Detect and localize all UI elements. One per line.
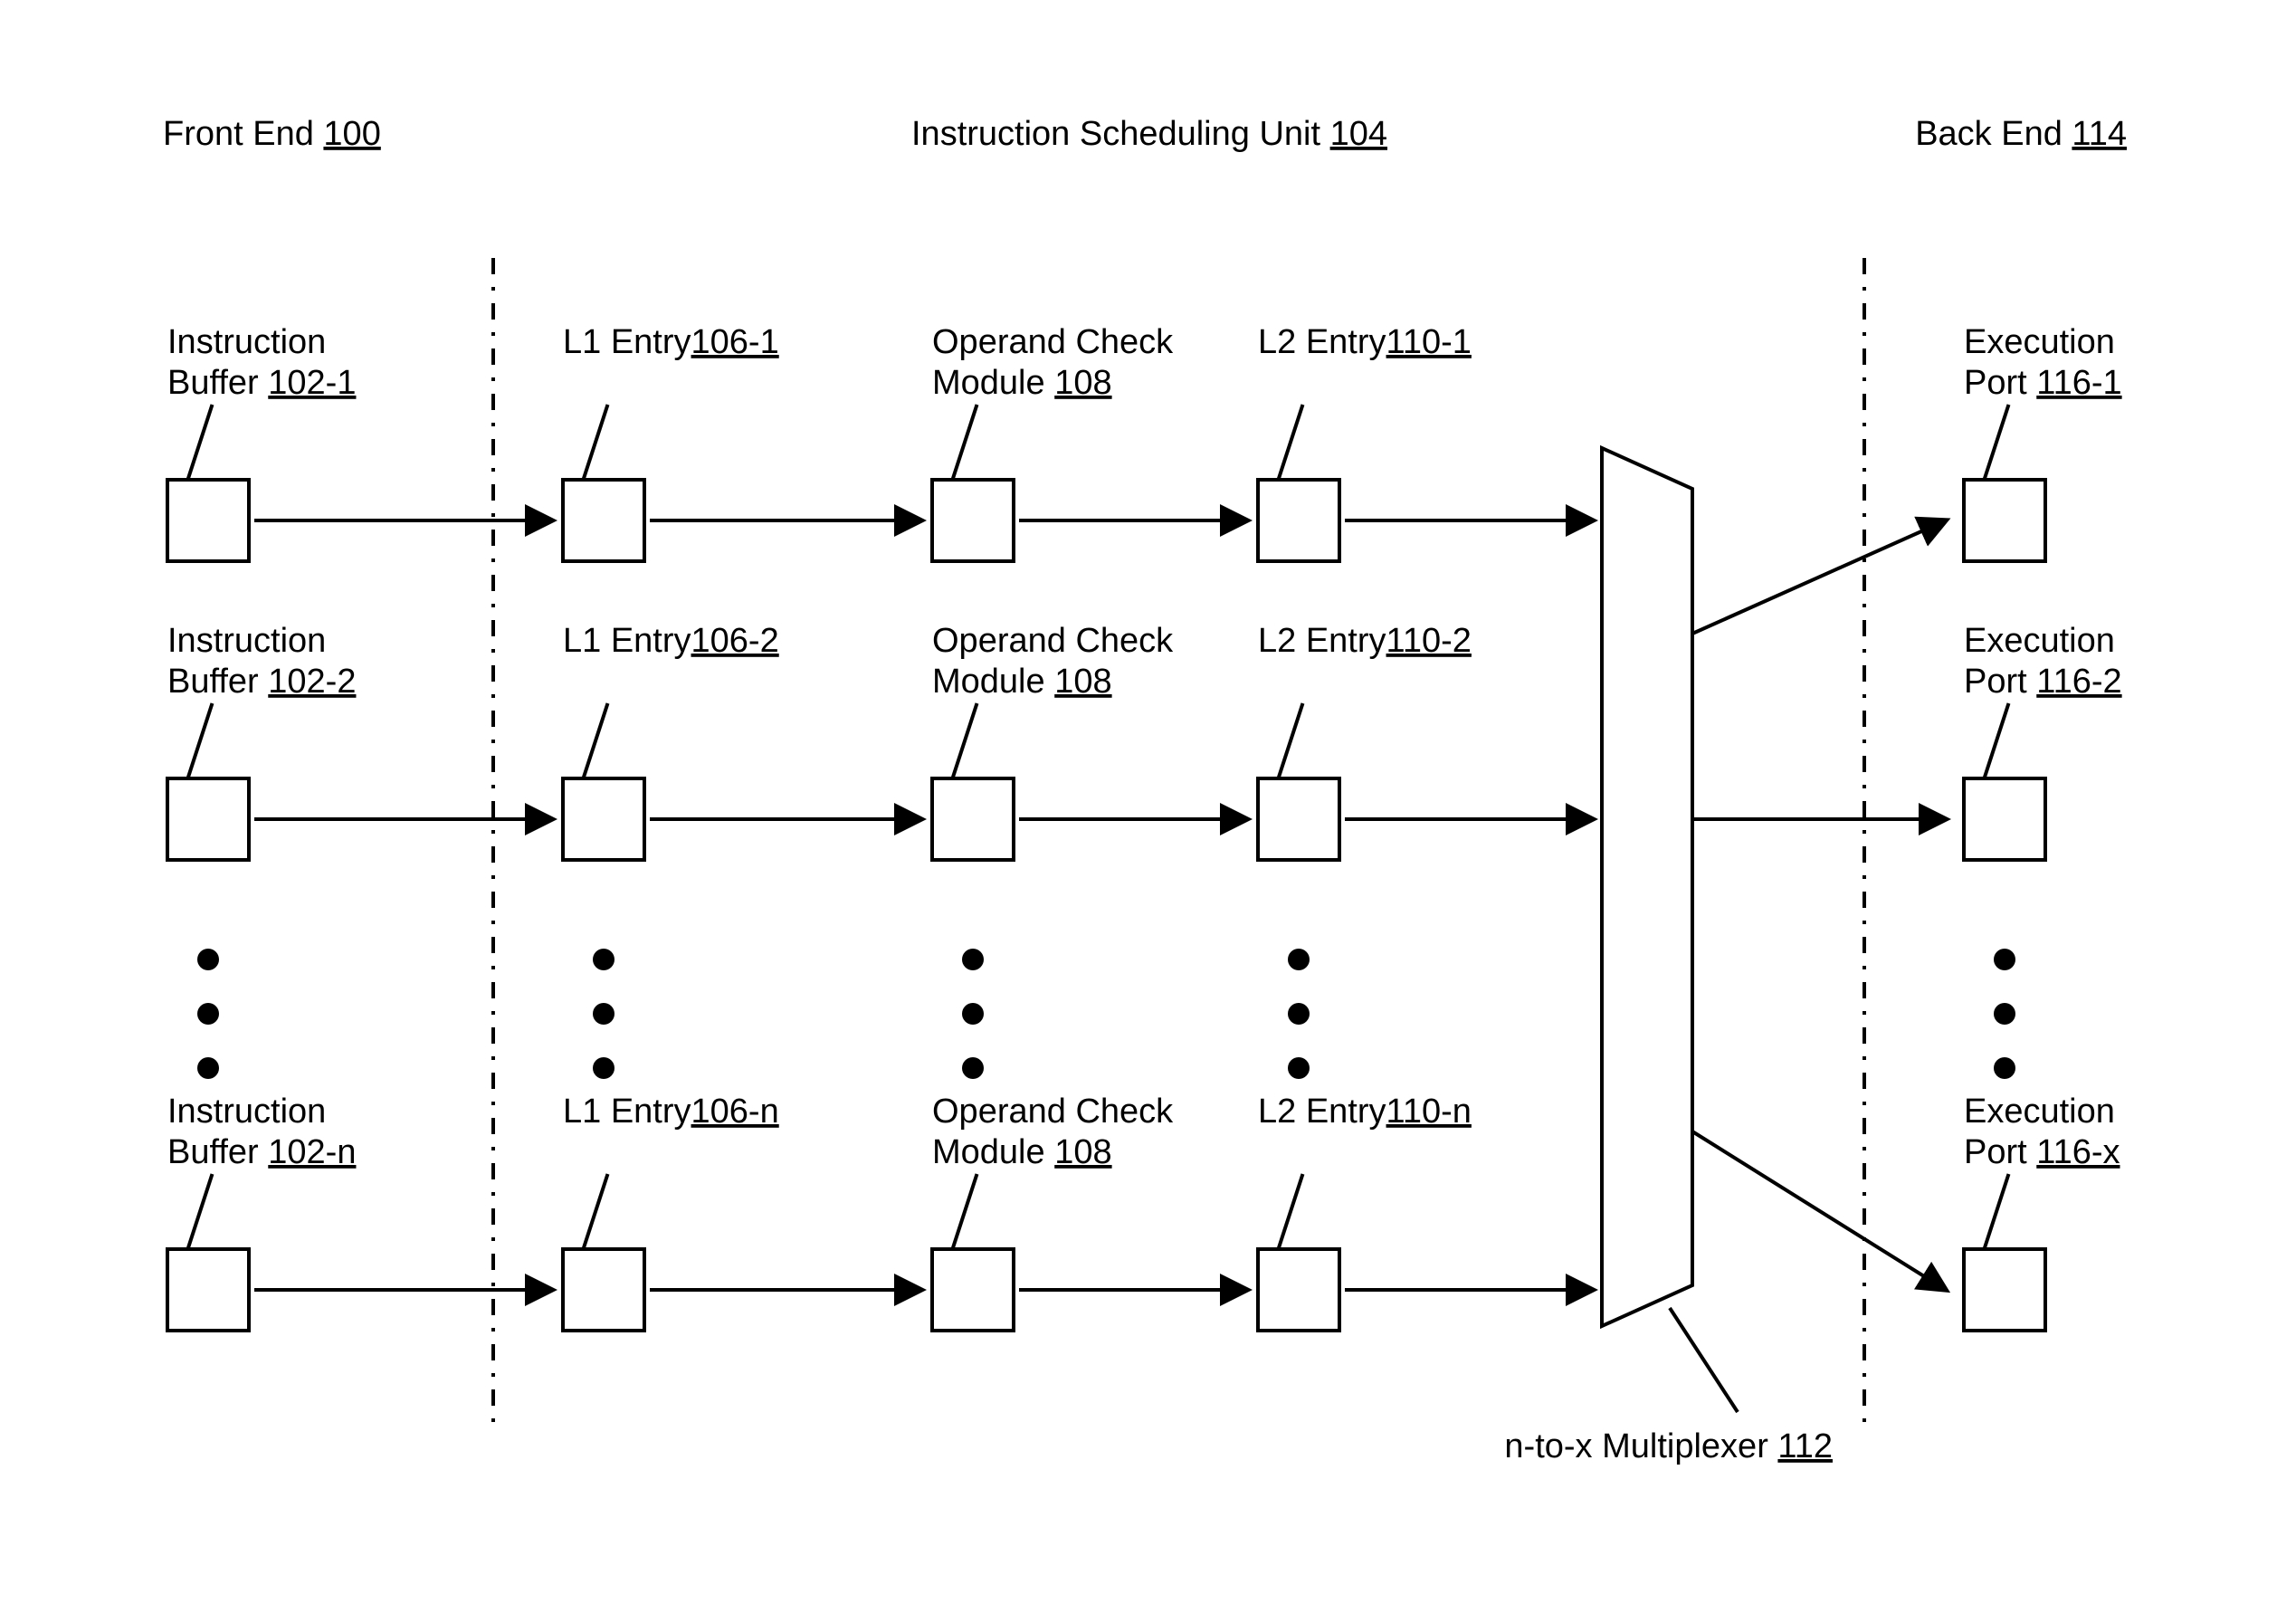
- oc-leader: [953, 703, 977, 778]
- ep-leader: [1985, 405, 2009, 480]
- ib-leader: [188, 703, 213, 778]
- l1e-leader: [584, 405, 608, 480]
- diagram: Front End 100 Instruction Scheduling Uni…: [0, 0, 2296, 1613]
- ellipsis-dot: [197, 1057, 219, 1079]
- section-scheduler-title: Instruction Scheduling Unit 104: [911, 115, 1387, 153]
- mux-out-n: [1692, 1131, 1946, 1290]
- section-backend-title: Back End 114: [1915, 115, 2127, 153]
- ep-label: ExecutionPort 116-1: [1964, 323, 2122, 402]
- ep-leader: [1985, 1174, 2009, 1249]
- ellipsis-dot: [1994, 949, 2015, 970]
- oc-leader: [953, 1174, 977, 1249]
- ib-leader: [188, 405, 213, 480]
- ib-leader: [188, 1174, 213, 1249]
- ep-box: [1964, 778, 2045, 860]
- l2e-leader: [1279, 405, 1303, 480]
- l2e-label: L2 Entry110-n: [1258, 1093, 1472, 1131]
- ep-label: ExecutionPort 116-2: [1964, 622, 2122, 701]
- l2e-leader: [1279, 703, 1303, 778]
- l2e-leader: [1279, 1174, 1303, 1249]
- oc-box: [932, 480, 1014, 561]
- ep-label: ExecutionPort 116-x: [1964, 1093, 2120, 1171]
- l2e-box: [1258, 778, 1339, 860]
- oc-label: Operand CheckModule 108: [932, 1093, 1174, 1171]
- ellipsis-dot: [1288, 1003, 1310, 1025]
- ellipsis-dot: [593, 949, 614, 970]
- ep-box: [1964, 1249, 2045, 1331]
- ellipsis-dot: [1288, 1057, 1310, 1079]
- ellipsis-dot: [962, 949, 984, 970]
- oc-label: Operand CheckModule 108: [932, 622, 1174, 701]
- l1e-label: L1 Entry106-n: [563, 1093, 779, 1131]
- oc-label: Operand CheckModule 108: [932, 323, 1174, 402]
- l2e-box: [1258, 1249, 1339, 1331]
- ib-box: [167, 778, 249, 860]
- ib-box: [167, 1249, 249, 1331]
- mux-label: n-to-x Multiplexer 112: [1504, 1427, 1833, 1465]
- oc-box: [932, 1249, 1014, 1331]
- ellipsis-dot: [962, 1057, 984, 1079]
- l2e-label: L2 Entry110-1: [1258, 323, 1472, 361]
- ib-label: InstructionBuffer 102-n: [167, 1093, 356, 1171]
- ep-box: [1964, 480, 2045, 561]
- oc-leader: [953, 405, 977, 480]
- l2e-label: L2 Entry110-2: [1258, 622, 1472, 660]
- l2e-box: [1258, 480, 1339, 561]
- ellipsis-dot: [1288, 949, 1310, 970]
- ib-label: InstructionBuffer 102-1: [167, 323, 356, 402]
- multiplexer: [1602, 448, 1692, 1326]
- ib-box: [167, 480, 249, 561]
- l1e-label: L1 Entry106-1: [563, 323, 779, 361]
- ellipsis-dot: [197, 949, 219, 970]
- ellipsis-dot: [962, 1003, 984, 1025]
- section-frontend-title: Front End 100: [163, 115, 381, 153]
- l1e-leader: [584, 1174, 608, 1249]
- l1e-box: [563, 480, 644, 561]
- oc-box: [932, 778, 1014, 860]
- ellipsis-dot: [1994, 1057, 2015, 1079]
- mux-out-1: [1692, 520, 1946, 634]
- l1e-label: L1 Entry106-2: [563, 622, 779, 660]
- ib-label: InstructionBuffer 102-2: [167, 622, 356, 701]
- ellipsis-dot: [197, 1003, 219, 1025]
- ep-leader: [1985, 703, 2009, 778]
- mux-leader: [1670, 1308, 1738, 1412]
- l1e-box: [563, 778, 644, 860]
- l1e-leader: [584, 703, 608, 778]
- ellipsis-dot: [593, 1003, 614, 1025]
- ellipsis-dot: [1994, 1003, 2015, 1025]
- l1e-box: [563, 1249, 644, 1331]
- ellipsis-dot: [593, 1057, 614, 1079]
